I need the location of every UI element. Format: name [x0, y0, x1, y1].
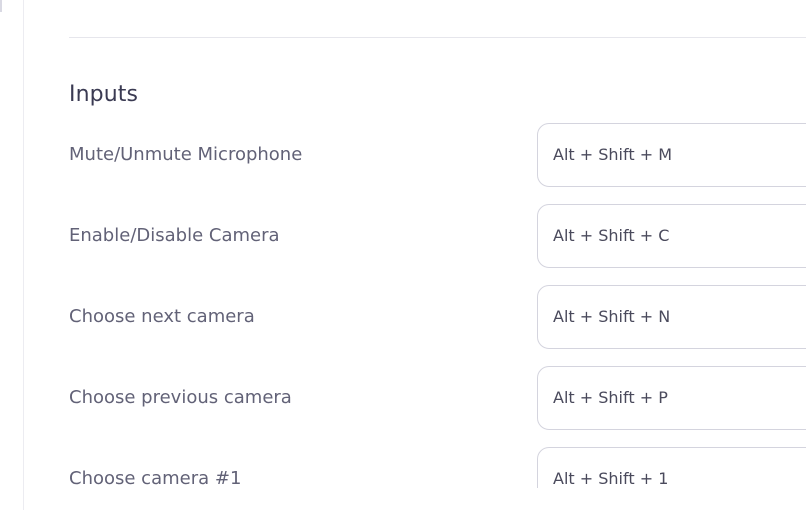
shortcut-input-previous-camera[interactable]	[537, 366, 806, 430]
shortcut-row-previous-camera: Choose previous camera	[0, 366, 806, 432]
shortcut-input-toggle-camera[interactable]	[537, 204, 806, 268]
shortcut-row-mute-microphone: Mute/Unmute Microphone	[0, 123, 806, 189]
shortcut-row-next-camera: Choose next camera	[0, 285, 806, 351]
shortcut-input-mute-microphone[interactable]	[537, 123, 806, 187]
shortcut-row-camera-1: Choose camera #1	[0, 447, 806, 488]
shortcut-label: Choose camera #1	[69, 468, 242, 488]
shortcut-input-camera-1[interactable]	[537, 447, 806, 488]
shortcut-label: Choose next camera	[69, 306, 255, 327]
section-title: Inputs	[69, 82, 139, 107]
shortcut-row-toggle-camera: Enable/Disable Camera	[0, 204, 806, 270]
shortcut-label: Enable/Disable Camera	[69, 225, 280, 246]
shortcut-label: Mute/Unmute Microphone	[69, 144, 303, 165]
shortcut-label: Choose previous camera	[69, 387, 292, 408]
shortcut-list: Inputs Mute/Unmute Microphone Enable/Dis…	[0, 0, 806, 488]
shortcut-input-next-camera[interactable]	[537, 285, 806, 349]
settings-page: Inputs Mute/Unmute Microphone Enable/Dis…	[0, 0, 806, 510]
